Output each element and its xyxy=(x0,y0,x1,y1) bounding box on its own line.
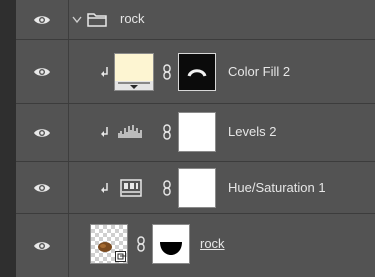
chain-link-icon[interactable] xyxy=(162,64,172,80)
layer-mask-thumbnail[interactable] xyxy=(178,168,216,208)
layer-name: rock xyxy=(200,236,225,251)
visibility-toggle[interactable] xyxy=(16,0,69,39)
visibility-toggle[interactable] xyxy=(16,162,69,213)
layer-mask-thumbnail[interactable] xyxy=(152,224,190,264)
chain-link-icon[interactable] xyxy=(162,180,172,196)
layer-row-hue-saturation-1[interactable]: Hue/Saturation 1 xyxy=(16,162,375,214)
layers-panel: rock Color Fill 2 Levels 2 Hue/Saturatio… xyxy=(0,0,375,277)
folder-icon xyxy=(87,13,107,27)
layer-row-group-rock[interactable]: rock xyxy=(16,0,375,40)
fill-slider-icon xyxy=(115,81,153,90)
mask-shape xyxy=(160,242,182,255)
hue-saturation-icon[interactable] xyxy=(120,179,142,197)
eye-icon xyxy=(34,183,50,192)
visibility-toggle[interactable] xyxy=(16,104,69,161)
layer-row-color-fill-2[interactable]: Color Fill 2 xyxy=(16,40,375,104)
mask-shape xyxy=(187,69,207,77)
eye-icon xyxy=(34,241,50,250)
eye-icon xyxy=(34,15,50,24)
chain-link-icon[interactable] xyxy=(162,124,172,140)
eye-icon xyxy=(34,128,50,137)
layer-mask-thumbnail[interactable] xyxy=(178,53,216,91)
layer-name: Levels 2 xyxy=(228,124,277,139)
layer-mask-thumbnail[interactable] xyxy=(178,112,216,152)
levels-histogram-icon[interactable] xyxy=(118,123,142,139)
layer-row-levels-2[interactable]: Levels 2 xyxy=(16,104,375,162)
layer-name: Hue/Saturation 1 xyxy=(228,180,326,195)
layer-name: rock xyxy=(120,11,145,26)
fill-thumbnail[interactable] xyxy=(114,53,154,91)
layer-row-rock[interactable]: rock xyxy=(16,214,375,277)
visibility-toggle[interactable] xyxy=(16,40,69,103)
visibility-toggle[interactable] xyxy=(16,214,69,277)
eye-icon xyxy=(34,67,50,76)
clipping-arrow-icon xyxy=(101,183,108,193)
smart-object-badge-icon xyxy=(115,251,126,262)
clipping-arrow-icon xyxy=(101,67,108,77)
chain-link-icon[interactable] xyxy=(136,236,146,252)
layer-thumbnail[interactable] xyxy=(90,224,128,264)
chevron-down-icon[interactable] xyxy=(72,16,82,24)
layer-name: Color Fill 2 xyxy=(228,64,291,79)
clipping-arrow-icon xyxy=(101,127,108,137)
